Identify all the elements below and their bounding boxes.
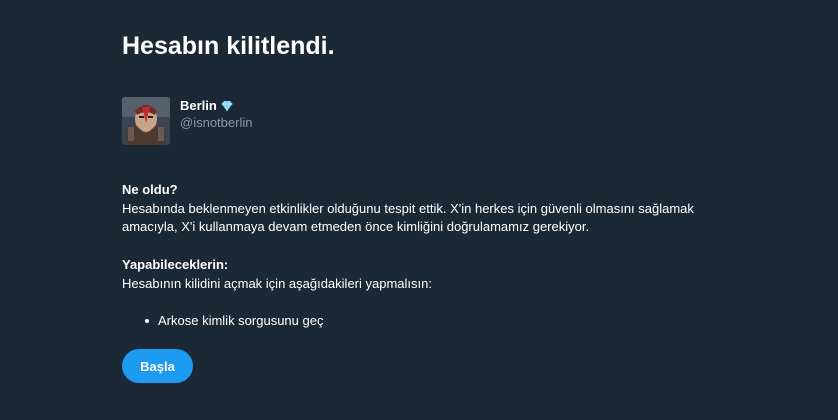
- avatar-image: [122, 97, 170, 145]
- what-to-do-body: Hesabının kilidini açmak için aşağıdakil…: [122, 276, 432, 291]
- profile-name-row: Berlin: [180, 98, 252, 114]
- list-item: Arkose kimlik sorgusunu geç: [122, 312, 323, 330]
- what-happened-section: Ne oldu? Hesabında beklenmeyen etkinlikl…: [122, 182, 722, 236]
- profile-name: Berlin: [180, 98, 217, 113]
- avatar: [122, 97, 170, 145]
- steps-list: Arkose kimlik sorgusunu geç: [122, 312, 323, 330]
- what-to-do-heading: Yapabileceklerin:: [122, 257, 229, 272]
- start-button[interactable]: Başla: [122, 349, 193, 383]
- profile-handle: @isnotberlin: [180, 115, 253, 130]
- what-happened-body: Hesabında beklenmeyen etkinlikler olduğu…: [122, 201, 694, 234]
- what-happened-heading: Ne oldu?: [122, 182, 178, 197]
- profile-card: Berlin @isnotberlin: [122, 97, 252, 146]
- locked-account-page: Hesabın kilitlendi. Berlin @isnotberlin …: [0, 0, 838, 420]
- diamond-icon: [221, 100, 233, 112]
- bullet-icon: [145, 319, 149, 323]
- profile-text: Berlin @isnotberlin: [180, 97, 252, 131]
- what-to-do-section: Yapabileceklerin: Hesabının kilidini açm…: [122, 257, 722, 293]
- step-label: Arkose kimlik sorgusunu geç: [158, 313, 324, 328]
- page-title: Hesabın kilitlendi.: [122, 32, 335, 60]
